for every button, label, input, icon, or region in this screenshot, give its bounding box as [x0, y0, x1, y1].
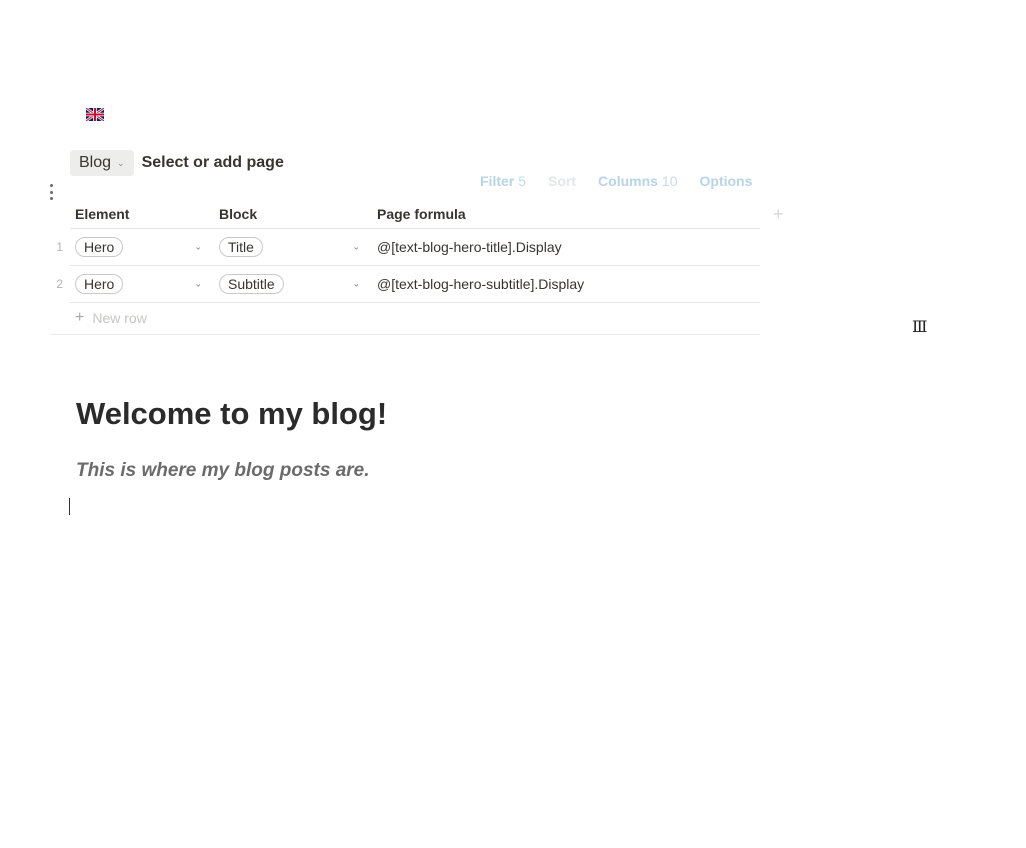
- plus-icon: +: [75, 309, 85, 326]
- row-number: 2: [56, 277, 63, 291]
- page-formula-cell[interactable]: @[text-blog-hero-title].Display: [372, 239, 760, 255]
- page-formula-cell[interactable]: @[text-blog-hero-subtitle].Display: [372, 276, 760, 292]
- new-row-button[interactable]: + New row: [50, 302, 760, 335]
- page-heading[interactable]: Welcome to my blog!: [76, 396, 387, 432]
- row-number: 1: [56, 240, 63, 254]
- chevron-down-icon: ⌄: [117, 157, 125, 168]
- element-tag: Hero: [75, 237, 124, 257]
- filter-label: Filter: [480, 173, 515, 189]
- more-vertical-icon[interactable]: [46, 184, 56, 200]
- chevron-down-icon[interactable]: ⌄: [352, 242, 360, 253]
- columns-button[interactable]: Columns 10: [598, 173, 677, 189]
- column-header-element[interactable]: Element: [70, 206, 214, 222]
- element-tag: Hero: [75, 274, 124, 294]
- element-cell[interactable]: Hero ⌄: [70, 274, 214, 294]
- filter-count: 5: [518, 173, 527, 189]
- sort-button[interactable]: Sort: [548, 173, 576, 189]
- table-header-row: Element Block Page formula: [70, 200, 760, 229]
- element-cell[interactable]: Hero ⌄: [70, 237, 214, 257]
- database-selector-label: Blog: [79, 154, 112, 171]
- page: Blog ⌄ Select or add page Filter 5 Sort C…: [0, 0, 1026, 848]
- database-header: Blog ⌄ Select or add page: [70, 150, 284, 176]
- columns-count: 10: [661, 173, 678, 189]
- chevron-down-icon[interactable]: ⌄: [352, 279, 360, 290]
- database-table: Element Block Page formula 1 Hero ⌄ Titl…: [56, 200, 760, 303]
- table-row[interactable]: 1 Hero ⌄ Title ⌄ @[text-blog-hero-title]…: [56, 229, 760, 266]
- columns-label: Columns: [598, 173, 658, 189]
- options-button[interactable]: Options: [700, 173, 753, 189]
- table-row[interactable]: 2 Hero ⌄ Subtitle ⌄ @[text-blog-hero-sub…: [56, 266, 760, 303]
- chevron-down-icon[interactable]: ⌄: [194, 242, 202, 253]
- block-cell[interactable]: Subtitle ⌄: [214, 274, 372, 294]
- chevron-down-icon[interactable]: ⌄: [194, 279, 202, 290]
- column-header-block[interactable]: Block: [214, 206, 372, 222]
- database-selector[interactable]: Blog ⌄: [70, 150, 134, 176]
- text-caret: [69, 498, 70, 515]
- block-cell[interactable]: Title ⌄: [214, 237, 372, 257]
- column-header-page-formula[interactable]: Page formula: [372, 206, 760, 222]
- text-cursor-icon: Ⅲ: [912, 317, 928, 336]
- block-tag: Title: [219, 237, 263, 257]
- block-tag: Subtitle: [219, 274, 284, 294]
- page-subtitle[interactable]: This is where my blog posts are.: [76, 460, 370, 482]
- page-selector[interactable]: Select or add page: [142, 154, 284, 172]
- new-row-label: New row: [92, 310, 147, 326]
- filter-button[interactable]: Filter 5: [480, 173, 526, 189]
- uk-flag-icon[interactable]: [86, 108, 104, 121]
- add-column-icon[interactable]: +: [773, 205, 784, 223]
- view-toolbar: Filter 5 Sort Columns 10 Options: [480, 173, 774, 189]
